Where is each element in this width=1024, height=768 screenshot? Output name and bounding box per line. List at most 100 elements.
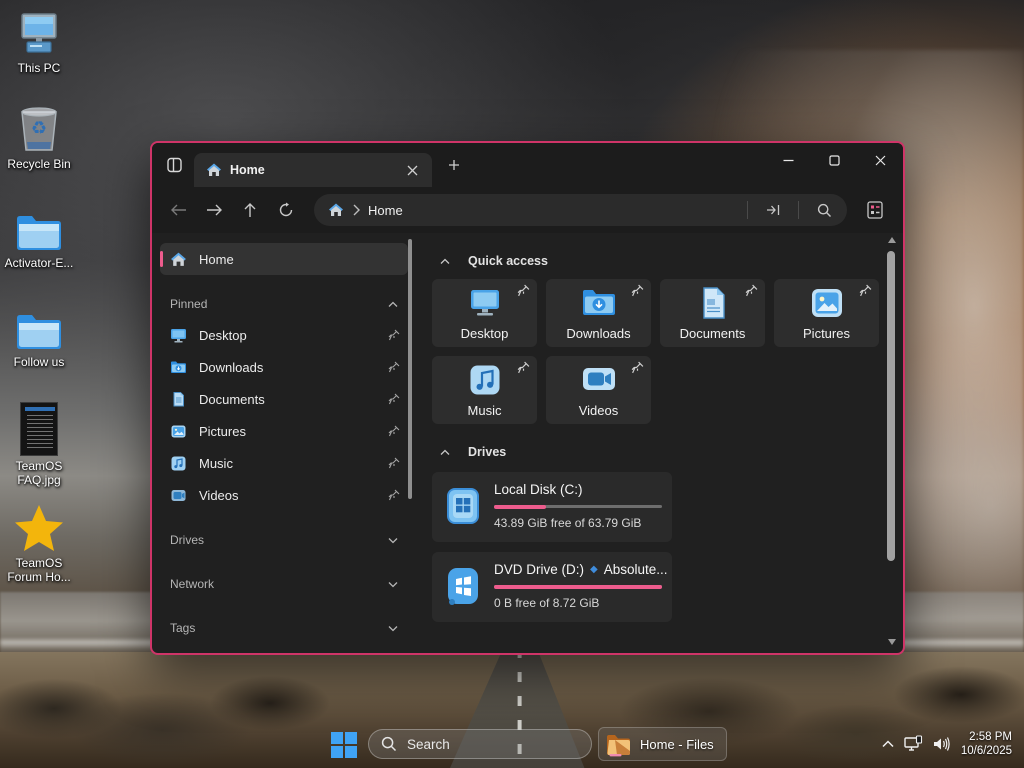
tile-pictures[interactable]: Pictures <box>774 279 879 347</box>
main-scrollbar-thumb[interactable] <box>887 251 895 561</box>
desktop-icon-label: Recycle Bin <box>0 157 78 171</box>
tile-videos[interactable]: Videos <box>546 356 651 424</box>
sidebar-item-music[interactable]: Music <box>160 447 408 479</box>
desktop-icon-recycle-bin[interactable]: ♻ Recycle Bin <box>0 104 78 171</box>
pin-icon <box>388 425 400 437</box>
breadcrumb[interactable]: Home <box>368 203 403 218</box>
tile-label: Music <box>468 403 502 418</box>
sidebar-section-tags[interactable]: Tags <box>160 613 408 643</box>
maximize-button[interactable] <box>811 143 857 177</box>
home-icon <box>328 202 344 218</box>
window-controls <box>765 143 903 177</box>
drives-header[interactable]: Drives <box>432 438 873 466</box>
back-button[interactable] <box>162 194 194 226</box>
sidebar-section-pinned[interactable]: Pinned <box>160 289 408 319</box>
files-app-icon <box>605 731 632 758</box>
this-pc-icon <box>15 10 63 58</box>
sidebar-section-drives[interactable]: Drives <box>160 525 408 555</box>
sidebar-item-home[interactable]: Home <box>160 243 408 275</box>
home-icon <box>206 162 222 178</box>
chevron-up-icon[interactable] <box>440 258 450 265</box>
music-icon <box>468 363 502 397</box>
chevron-right-icon <box>352 204 360 216</box>
desktop-icon-activator[interactable]: Activator-E... <box>0 203 78 270</box>
network-icon[interactable] <box>903 735 923 753</box>
tile-label: Desktop <box>461 326 509 341</box>
svg-text:♻: ♻ <box>31 118 47 138</box>
desktop-icon-label: TeamOS Forum Ho... <box>0 556 78 584</box>
desktop-icon-label: TeamOS FAQ.jpg <box>0 459 78 487</box>
tile-desktop[interactable]: Desktop <box>432 279 537 347</box>
up-button[interactable] <box>234 194 266 226</box>
drive-card-d[interactable]: DVD Drive (D:) ◆ Absolute... 0 B free of… <box>432 552 672 622</box>
quick-access-header[interactable]: Quick access <box>432 247 873 275</box>
sidebar-item-pictures[interactable]: Pictures <box>160 415 408 447</box>
sidebar-item-downloads[interactable]: Downloads <box>160 351 408 383</box>
sidebar-scrollbar[interactable] <box>406 239 414 655</box>
desktop-icon <box>170 327 187 344</box>
sidebar-item-videos[interactable]: Videos <box>160 479 408 511</box>
toggle-details-button[interactable] <box>857 194 893 226</box>
chevron-up-icon[interactable] <box>440 449 450 456</box>
sidebar-item-desktop[interactable]: Desktop <box>160 319 408 351</box>
sidebar-scrollbar-thumb[interactable] <box>408 239 412 499</box>
pin-icon <box>388 361 400 373</box>
taskbar-clock[interactable]: 2:58 PM 10/6/2025 <box>961 730 1018 758</box>
tile-music[interactable]: Music <box>432 356 537 424</box>
desktop-icon-teamos-forum[interactable]: TeamOS Forum Ho... <box>0 503 78 584</box>
desktop-icon-follow-us[interactable]: Follow us <box>0 302 78 369</box>
pane-toggle-button[interactable] <box>158 148 192 182</box>
windows-logo-icon <box>331 732 357 758</box>
drives-list: Local Disk (C:) 43.89 GiB free of 63.79 … <box>432 472 672 622</box>
desktop-icon-label: Activator-E... <box>0 256 78 270</box>
tile-downloads[interactable]: Downloads <box>546 279 651 347</box>
documents-icon <box>170 391 187 408</box>
taskbar-task-files[interactable]: Home - Files <box>598 727 727 761</box>
pin-icon <box>517 284 530 297</box>
start-button[interactable] <box>329 730 359 760</box>
tab-close-button[interactable] <box>400 158 424 182</box>
chevron-up-icon[interactable] <box>882 740 894 748</box>
task-label: Home - Files <box>640 737 714 752</box>
speaker-icon[interactable] <box>932 736 951 752</box>
section-title: Quick access <box>468 254 548 268</box>
system-tray: 2:58 PM 10/6/2025 <box>882 720 1018 768</box>
refresh-button[interactable] <box>270 194 302 226</box>
music-icon <box>170 455 187 472</box>
search-icon[interactable] <box>807 196 841 224</box>
section-label: Pinned <box>170 297 388 311</box>
sidebar-section-network[interactable]: Network <box>160 569 408 599</box>
tile-documents[interactable]: Documents <box>660 279 765 347</box>
clock-time: 2:58 PM <box>961 730 1012 744</box>
pin-icon <box>388 393 400 405</box>
quick-access-tiles: Desktop Downloads Do <box>432 279 892 424</box>
section-label: Network <box>170 577 388 591</box>
tab-home[interactable]: Home <box>194 153 432 187</box>
address-bar[interactable]: Home <box>314 194 847 226</box>
pin-icon <box>745 284 758 297</box>
addressbar-divider <box>747 201 748 219</box>
tray-icons <box>882 735 951 753</box>
main-scrollbar[interactable] <box>885 233 899 653</box>
minimize-button[interactable] <box>765 143 811 177</box>
sidebar-item-label: Desktop <box>199 328 247 343</box>
drive-card-c[interactable]: Local Disk (C:) 43.89 GiB free of 63.79 … <box>432 472 672 542</box>
new-tab-button[interactable] <box>442 153 466 177</box>
taskbar-search[interactable]: Search <box>368 729 592 759</box>
sidebar-item-label: Pictures <box>199 424 246 439</box>
screen: This PC ♻ Recycle Bin Activator-E... Fol… <box>0 0 1024 768</box>
forward-button[interactable] <box>198 194 230 226</box>
image-thumbnail <box>20 402 58 456</box>
tile-label: Documents <box>680 326 746 341</box>
sidebar-item-documents[interactable]: Documents <box>160 383 408 415</box>
star-shortcut-icon <box>13 503 65 553</box>
desktop-icon-this-pc[interactable]: This PC <box>0 8 78 75</box>
close-button[interactable] <box>857 143 903 177</box>
desktop-icon-teamos-faq[interactable]: TeamOS FAQ.jpg <box>0 398 78 487</box>
scroll-up-arrow[interactable] <box>888 237 896 243</box>
sidebar-item-label: Videos <box>199 488 239 503</box>
scroll-down-arrow[interactable] <box>888 639 896 645</box>
drive-free-text: 0 B free of 8.72 GiB <box>494 596 658 610</box>
downloads-icon <box>170 359 187 376</box>
go-to-button[interactable] <box>756 196 790 224</box>
